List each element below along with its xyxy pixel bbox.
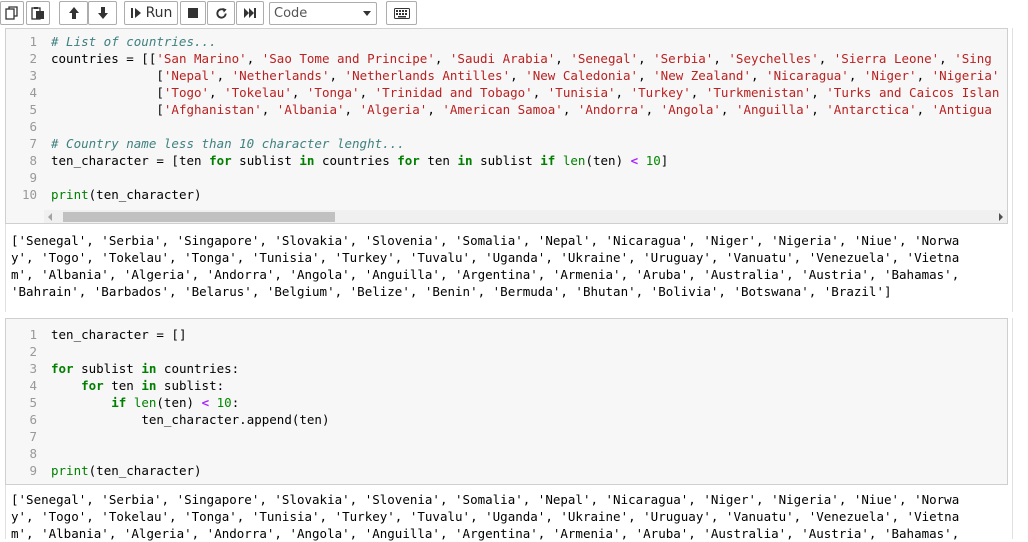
output-line: ['Senegal', 'Serbia', 'Singapore', 'Slov… xyxy=(11,492,960,507)
line-number: 5 xyxy=(29,395,37,410)
scroll-left-icon[interactable] xyxy=(48,213,52,221)
move-up-button[interactable] xyxy=(59,1,88,25)
move-down-button[interactable] xyxy=(88,1,117,25)
line-number: 4 xyxy=(29,85,37,100)
command-palette-button[interactable] xyxy=(386,1,417,25)
code-text: # List of countries... xyxy=(51,34,217,49)
code-text: ten_character.append(ten) xyxy=(141,412,330,427)
code-text: ['Togo', 'Tokelau', 'Tonga', 'Trinidad a… xyxy=(51,85,1000,100)
code-text: ten_character = [ten for sublist in coun… xyxy=(51,153,669,168)
line-number: 2 xyxy=(29,51,37,66)
code-text: for ten in sublist: xyxy=(81,378,225,393)
output-line: y', 'Togo', 'Tokelau', 'Tonga', 'Tunisia… xyxy=(11,250,960,265)
code-text: countries = [['San Marino', 'Sao Tome an… xyxy=(51,51,992,66)
line-number: 2 xyxy=(29,344,37,359)
code-text: print(ten_character) xyxy=(51,187,202,202)
line-number: 7 xyxy=(29,136,37,151)
cell-type-select[interactable]: Code xyxy=(269,2,377,25)
output-line: y', 'Togo', 'Tokelau', 'Tonga', 'Tunisia… xyxy=(11,509,960,524)
code-text: if len(ten) < 10: xyxy=(111,395,240,410)
output-line: ['Senegal', 'Serbia', 'Singapore', 'Slov… xyxy=(11,233,960,248)
restart-run-all-button[interactable] xyxy=(236,1,264,25)
code-text: for sublist in countries: xyxy=(51,361,240,376)
keyboard-icon xyxy=(393,7,410,19)
output-line: m', 'Albania', 'Algeria', 'Andorra', 'An… xyxy=(11,267,960,282)
output-line: m', 'Albania', 'Algeria', 'Andorra', 'An… xyxy=(11,526,960,541)
restart-icon xyxy=(215,7,227,19)
notebook-toolbar: Run Code xyxy=(0,0,1028,28)
copy-icon xyxy=(5,6,18,20)
paste-cell-button[interactable] xyxy=(26,1,50,25)
line-number: 8 xyxy=(29,153,37,168)
line-number: 6 xyxy=(29,412,37,427)
move-up-icon xyxy=(68,7,79,19)
move-down-icon xyxy=(97,7,108,19)
line-number: 6 xyxy=(29,119,37,134)
code-cell-2-editor[interactable]: 1 ten_character = [] 2 3 for sublist in coun… xyxy=(5,318,1008,485)
horizontal-scrollbar[interactable] xyxy=(44,210,1007,223)
line-number: 1 xyxy=(29,34,37,49)
restart-button[interactable] xyxy=(207,1,235,25)
code-text: # Country name less than 10 character le… xyxy=(51,136,405,151)
line-number: 3 xyxy=(29,68,37,83)
line-number: 1 xyxy=(29,327,37,342)
line-number: 10 xyxy=(21,187,37,202)
code-cell-1-editor[interactable]: 1 # List of countries... 2 countries = [['S… xyxy=(5,28,1008,224)
interrupt-button[interactable] xyxy=(180,1,206,25)
line-number: 5 xyxy=(29,102,37,117)
line-number: 7 xyxy=(29,429,37,444)
run-button[interactable]: Run xyxy=(124,1,178,25)
fast-forward-icon xyxy=(244,8,256,18)
scroll-right-icon[interactable] xyxy=(999,213,1003,221)
paste-icon xyxy=(31,7,44,20)
code-text: ten_character = [] xyxy=(51,327,187,342)
line-number: 3 xyxy=(29,361,37,376)
code-text: print(ten_character) xyxy=(51,463,202,478)
line-number: 4 xyxy=(29,378,37,393)
run-icon xyxy=(130,8,141,18)
copy-cell-button[interactable] xyxy=(0,1,24,25)
output-line: 'Bahrain', 'Barbados', 'Belarus', 'Belgi… xyxy=(11,284,892,299)
line-number: 9 xyxy=(29,170,37,185)
code-text: ['Afghanistan', 'Albania', 'Algeria', 'A… xyxy=(51,102,992,117)
line-number: 8 xyxy=(29,446,37,461)
line-number: 9 xyxy=(29,463,37,478)
chevron-down-icon xyxy=(363,11,371,16)
stop-icon xyxy=(188,8,198,18)
run-label: Run xyxy=(145,5,173,21)
scrollbar-thumb[interactable] xyxy=(63,212,335,222)
cell-2-output: ['Senegal', 'Serbia', 'Singapore', 'Slov… xyxy=(11,491,959,542)
cell-type-value: Code xyxy=(274,6,308,21)
code-text: ['Nepal', 'Netherlands', 'Netherlands An… xyxy=(51,68,1000,83)
cell-1-output: ['Senegal', 'Serbia', 'Singapore', 'Slov… xyxy=(11,232,959,300)
